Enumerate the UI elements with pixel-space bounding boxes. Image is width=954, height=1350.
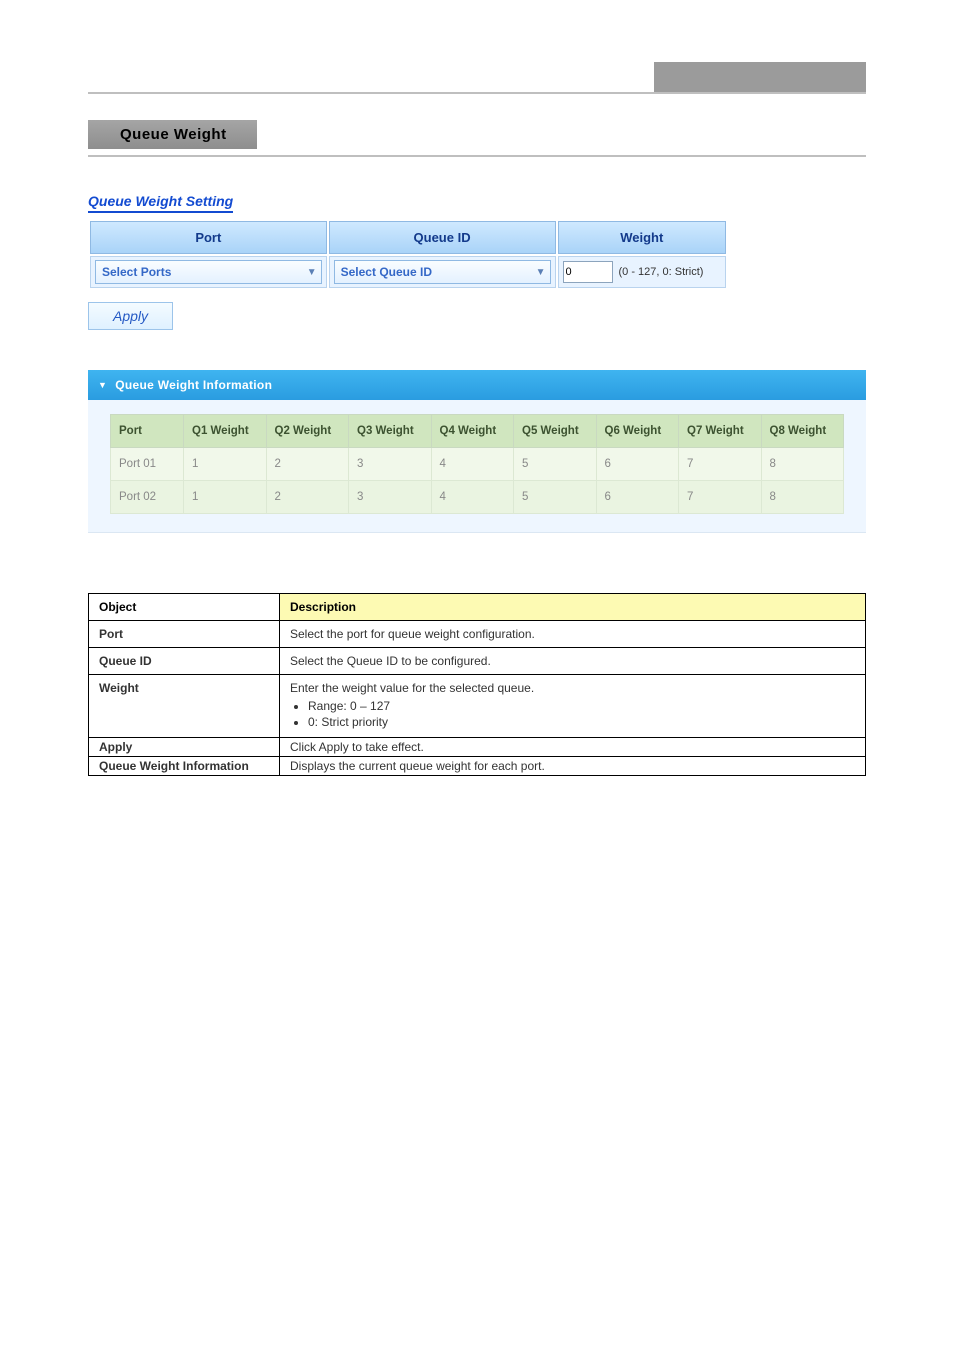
cell-q8: 8 bbox=[761, 481, 844, 514]
apply-button[interactable]: Apply bbox=[88, 302, 173, 330]
desc-header-row: Object Description bbox=[89, 594, 866, 621]
cell-q6: 6 bbox=[596, 481, 679, 514]
page-title: Queue Weight bbox=[88, 120, 257, 149]
info-col-q2: Q2 Weight bbox=[266, 415, 349, 448]
description-table-wrap: Object Description Port Select the port … bbox=[88, 593, 866, 776]
desc-obj: Apply bbox=[89, 738, 280, 757]
section-title-setting: Queue Weight Setting bbox=[88, 193, 233, 213]
page-title-bar: Queue Weight bbox=[88, 120, 866, 157]
weight-hint: (0 - 127, 0: Strict) bbox=[619, 266, 704, 278]
info-table: Port Q1 Weight Q2 Weight Q3 Weight Q4 We… bbox=[110, 414, 844, 514]
desc-row: Weight Enter the weight value for the se… bbox=[89, 675, 866, 738]
setting-header-row: Port Queue ID Weight bbox=[90, 221, 726, 254]
cell-port: Port 02 bbox=[111, 481, 184, 514]
info-col-q7: Q7 Weight bbox=[679, 415, 762, 448]
queue-weight-setting-section: Queue Weight Setting Port Queue ID Weigh… bbox=[88, 165, 866, 330]
info-col-q5: Q5 Weight bbox=[514, 415, 597, 448]
desc-text-line1: Enter the weight value for the selected … bbox=[290, 681, 855, 695]
desc-row: Port Select the port for queue weight co… bbox=[89, 621, 866, 648]
info-col-q1: Q1 Weight bbox=[184, 415, 267, 448]
desc-obj: Port bbox=[89, 621, 280, 648]
select-queueid-dropdown[interactable]: Select Queue ID ▼ bbox=[334, 260, 551, 284]
cell-q7: 7 bbox=[679, 481, 762, 514]
top-gray-bar bbox=[654, 62, 866, 92]
desc-bullet: 0: Strict priority bbox=[308, 715, 855, 729]
cell-q7: 7 bbox=[679, 448, 762, 481]
desc-row: Queue Weight Information Displays the cu… bbox=[89, 757, 866, 776]
desc-bullet: Range: 0 – 127 bbox=[308, 699, 855, 713]
info-header-row: Port Q1 Weight Q2 Weight Q3 Weight Q4 We… bbox=[111, 415, 844, 448]
cell-q1: 1 bbox=[184, 481, 267, 514]
info-col-q3: Q3 Weight bbox=[349, 415, 432, 448]
cell-q3: 3 bbox=[349, 481, 432, 514]
cell-q5: 5 bbox=[514, 481, 597, 514]
desc-bullets: Range: 0 – 127 0: Strict priority bbox=[308, 699, 855, 729]
col-queueid: Queue ID bbox=[329, 221, 556, 254]
cell-q4: 4 bbox=[431, 481, 514, 514]
cell-q3: 3 bbox=[349, 448, 432, 481]
chevron-down-icon: ▼ bbox=[307, 267, 317, 278]
queue-weight-info-panel: ▼ Queue Weight Information Port Q1 Weigh… bbox=[88, 370, 866, 533]
cell-q5: 5 bbox=[514, 448, 597, 481]
chevron-down-icon: ▼ bbox=[98, 380, 107, 390]
select-ports-dropdown[interactable]: Select Ports ▼ bbox=[95, 260, 322, 284]
desc-text: Select the Queue ID to be configured. bbox=[280, 648, 866, 675]
info-col-q4: Q4 Weight bbox=[431, 415, 514, 448]
cell-q4: 4 bbox=[431, 448, 514, 481]
weight-input[interactable] bbox=[563, 261, 613, 283]
setting-table: Port Queue ID Weight Select Ports ▼ bbox=[88, 219, 728, 290]
desc-obj: Weight bbox=[89, 675, 280, 738]
setting-input-row: Select Ports ▼ Select Queue ID ▼ bbox=[90, 256, 726, 288]
desc-col-object: Object bbox=[89, 594, 280, 621]
cell-port: Port 01 bbox=[111, 448, 184, 481]
cell-q6: 6 bbox=[596, 448, 679, 481]
desc-obj: Queue Weight Information bbox=[89, 757, 280, 776]
info-col-q6: Q6 Weight bbox=[596, 415, 679, 448]
info-panel-title: Queue Weight Information bbox=[115, 378, 272, 392]
desc-text: Click Apply to take effect. bbox=[280, 738, 866, 757]
weight-cell: (0 - 127, 0: Strict) bbox=[563, 261, 722, 283]
desc-text: Displays the current queue weight for ea… bbox=[280, 757, 866, 776]
cell-q2: 2 bbox=[266, 481, 349, 514]
desc-obj: Queue ID bbox=[89, 648, 280, 675]
info-col-port: Port bbox=[111, 415, 184, 448]
chevron-down-icon: ▼ bbox=[536, 267, 546, 278]
col-port: Port bbox=[90, 221, 327, 254]
desc-text: Select the port for queue weight configu… bbox=[280, 621, 866, 648]
desc-row: Apply Click Apply to take effect. bbox=[89, 738, 866, 757]
cell-q2: 2 bbox=[266, 448, 349, 481]
info-col-q8: Q8 Weight bbox=[761, 415, 844, 448]
cell-q8: 8 bbox=[761, 448, 844, 481]
desc-row: Queue ID Select the Queue ID to be confi… bbox=[89, 648, 866, 675]
desc-text: Enter the weight value for the selected … bbox=[280, 675, 866, 738]
table-row: Port 02 1 2 3 4 5 6 7 8 bbox=[111, 481, 844, 514]
top-horizontal-rule bbox=[88, 92, 866, 94]
select-ports-label: Select Ports bbox=[102, 265, 171, 279]
info-panel-header[interactable]: ▼ Queue Weight Information bbox=[88, 370, 866, 400]
col-weight: Weight bbox=[558, 221, 727, 254]
table-row: Port 01 1 2 3 4 5 6 7 8 bbox=[111, 448, 844, 481]
select-queueid-label: Select Queue ID bbox=[341, 265, 432, 279]
desc-col-description: Description bbox=[280, 594, 866, 621]
description-table: Object Description Port Select the port … bbox=[88, 593, 866, 776]
cell-q1: 1 bbox=[184, 448, 267, 481]
